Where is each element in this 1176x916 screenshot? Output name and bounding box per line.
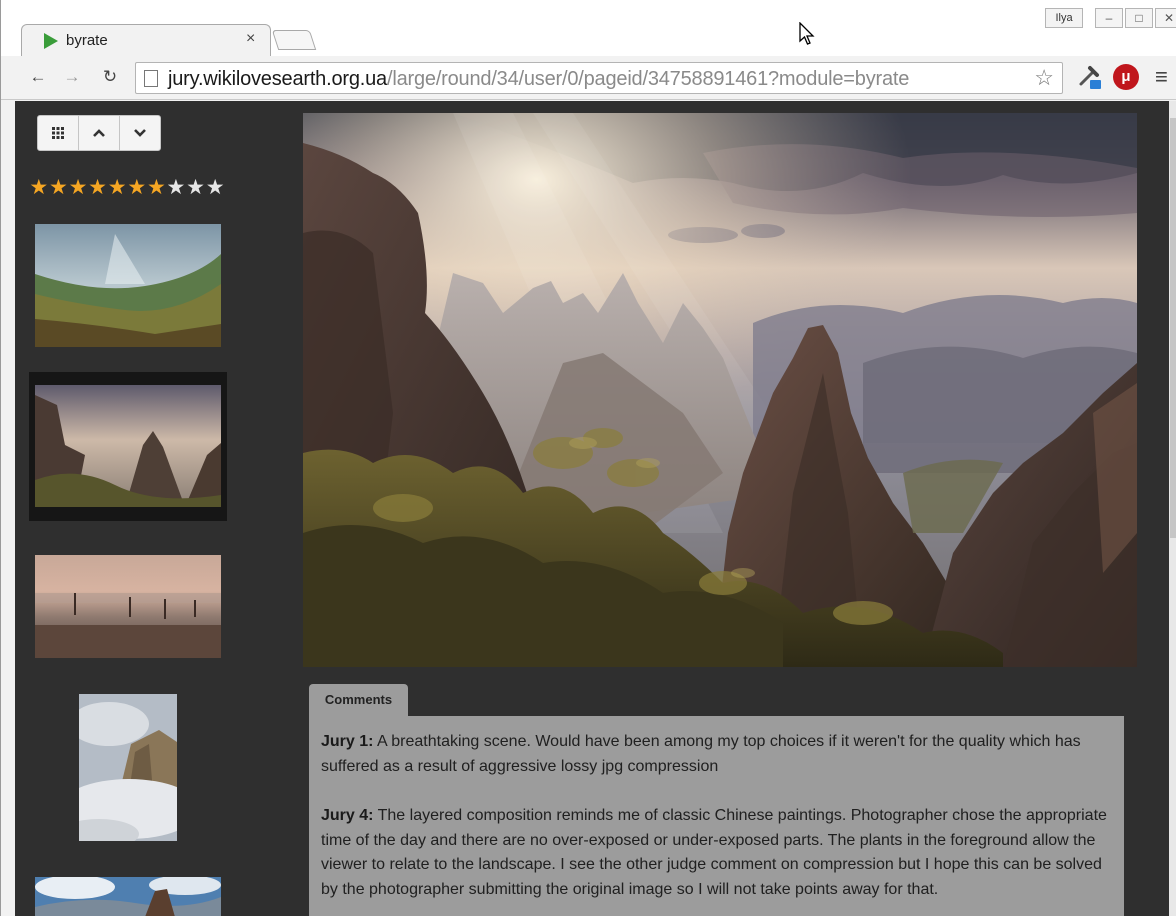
rating-star-icon[interactable]: ★	[29, 177, 49, 199]
rating-star-icon[interactable]: ★	[205, 177, 225, 199]
grid-view-button[interactable]	[38, 116, 79, 150]
grid-view-icon	[52, 127, 64, 139]
rating-star-icon[interactable]: ★	[147, 177, 167, 199]
previous-image-button[interactable]	[79, 116, 120, 150]
play-favicon-icon	[44, 33, 58, 49]
tab-byrate[interactable]: byrate ×	[21, 24, 271, 57]
rating-star-icon[interactable]: ★	[127, 177, 147, 199]
tab-close-icon[interactable]: ×	[246, 30, 255, 48]
comment-jury-4: Jury 4: The layered composition reminds …	[321, 804, 1112, 902]
mountain-landscape-image	[303, 113, 1137, 667]
rating-star-icon[interactable]: ★	[166, 177, 186, 199]
reload-icon[interactable]: ↻	[97, 64, 123, 90]
close-window-button[interactable]: ✕	[1155, 8, 1176, 28]
thumbnail-1[interactable]	[35, 224, 221, 347]
rating-stars: ★ ★ ★ ★ ★ ★ ★ ★ ★ ★	[29, 177, 225, 199]
rating-star-icon[interactable]: ★	[88, 177, 108, 199]
tab-comments[interactable]: Comments	[309, 684, 408, 717]
rating-star-icon[interactable]: ★	[68, 177, 88, 199]
minimize-button[interactable]: –	[1095, 8, 1123, 28]
back-arrow-icon[interactable]: ←	[25, 64, 51, 90]
eyedropper-extension-icon[interactable]	[1075, 62, 1103, 92]
comment-author: Jury 4:	[321, 807, 374, 824]
url-text: jury.wikilovesearth.org.ua/large/round/3…	[168, 68, 909, 91]
chevron-up-icon	[93, 129, 105, 137]
mouse-cursor-icon	[799, 21, 815, 51]
browser-toolbar: ← → ↻ jury.wikilovesearth.org.ua/large/r…	[1, 56, 1176, 100]
navigation-button-group	[37, 115, 161, 151]
browser-window: byrate × Ilya – □ ✕ ← → ↻ jury.wikiloves…	[0, 0, 1176, 916]
comment-author: Jury 1:	[321, 733, 374, 750]
maximize-button[interactable]: □	[1125, 8, 1153, 28]
address-bar[interactable]: jury.wikilovesearth.org.ua/large/round/3…	[135, 62, 1063, 94]
thumbnail-3[interactable]	[35, 555, 221, 658]
thumbnail-2[interactable]	[35, 385, 221, 507]
rating-star-icon[interactable]: ★	[186, 177, 206, 199]
comments-panel: Jury 1: A breathtaking scene. Would have…	[309, 716, 1124, 916]
tab-title: byrate	[66, 32, 108, 49]
comment-jury-1: Jury 1: A breathtaking scene. Would have…	[321, 730, 1112, 779]
browser-menu-icon[interactable]: ≡	[1155, 64, 1168, 90]
main-photo[interactable]	[303, 113, 1137, 667]
comment-text: A breathtaking scene. Would have been am…	[321, 733, 1081, 775]
comment-text: The layered composition reminds me of cl…	[321, 807, 1107, 898]
thumbnail-4[interactable]	[79, 694, 177, 841]
page-icon	[144, 70, 158, 87]
scrollbar-thumb[interactable]	[1170, 118, 1176, 538]
url-path: /large/round/34/user/0/pageid/3475889146…	[386, 68, 910, 90]
profile-badge[interactable]: Ilya	[1045, 8, 1083, 28]
url-host: jury.wikilovesearth.org.ua	[168, 68, 387, 90]
new-tab-button[interactable]	[271, 30, 317, 50]
ublock-extension-icon[interactable]: μ	[1113, 64, 1139, 90]
bookmark-star-icon[interactable]: ☆	[1034, 65, 1054, 91]
chevron-down-icon	[134, 129, 146, 137]
rating-star-icon[interactable]: ★	[49, 177, 69, 199]
thumbnail-5[interactable]	[35, 877, 221, 916]
tab-strip: byrate × Ilya – □ ✕	[1, 0, 1176, 57]
rating-star-icon[interactable]: ★	[107, 177, 127, 199]
forward-arrow-icon[interactable]: →	[59, 64, 85, 90]
next-image-button[interactable]	[120, 116, 160, 150]
page-content: ★ ★ ★ ★ ★ ★ ★ ★ ★ ★ Comments Jury 1: A b…	[15, 101, 1169, 916]
